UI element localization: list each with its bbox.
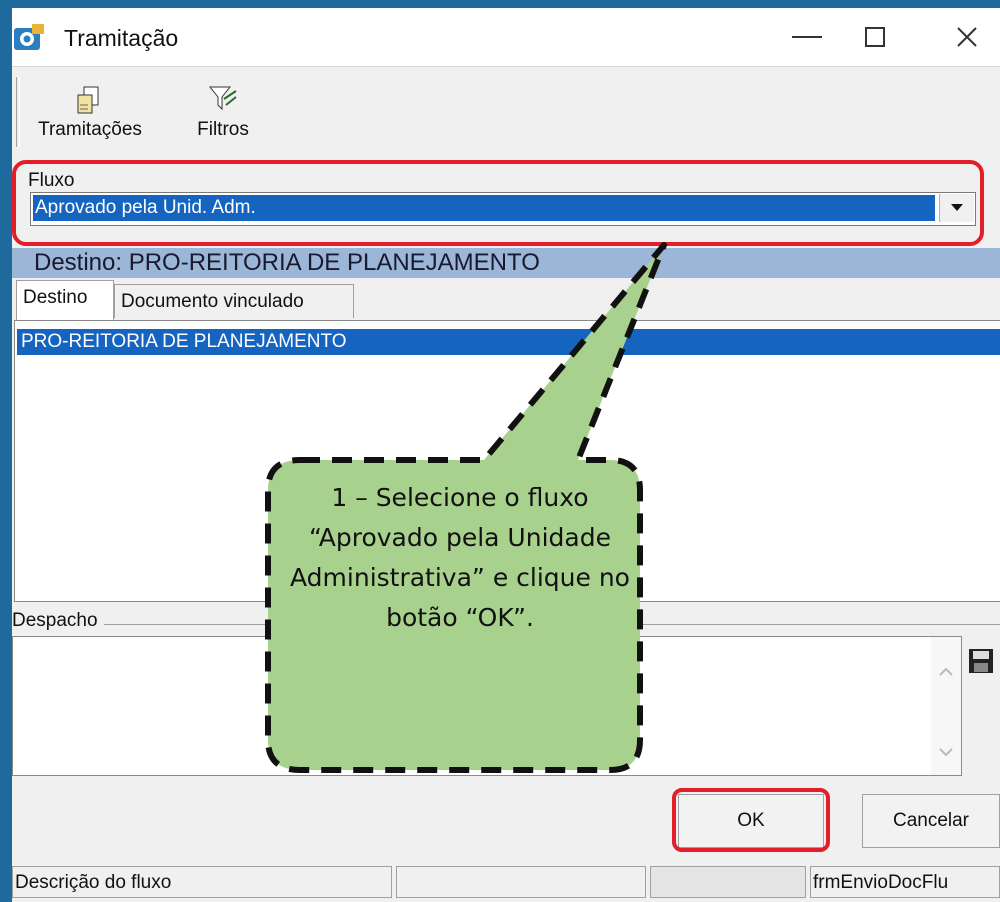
tab-documento-vinculado[interactable]: Documento vinculado	[114, 284, 354, 318]
status-pane-3	[650, 866, 806, 898]
floppy-disk-icon[interactable]	[968, 648, 994, 674]
tramitacao-window: Tramitação Tramitações Filtros Fluxo Apr…	[12, 8, 1000, 902]
status-bar: Descrição do fluxo frmEnvioDocFlu	[12, 864, 1000, 902]
status-pane-descricao: Descrição do fluxo	[12, 866, 392, 898]
despacho-textarea[interactable]	[12, 636, 962, 776]
destino-header-text: Destino: PRO-REITORIA DE PLANEJAMENTO	[34, 249, 540, 276]
destino-header-bar: Destino: PRO-REITORIA DE PLANEJAMENTO	[12, 248, 1000, 278]
cancelar-button[interactable]: Cancelar	[862, 794, 1000, 848]
despacho-scrollbar[interactable]	[931, 637, 961, 775]
filtros-label: Filtros	[197, 119, 249, 140]
tramitacao-app-icon	[14, 24, 44, 52]
tramitacoes-label: Tramitações	[38, 119, 142, 140]
minimize-icon	[792, 36, 822, 38]
window-title: Tramitação	[64, 25, 179, 51]
despacho-label: Despacho	[12, 610, 104, 632]
close-button[interactable]	[922, 8, 1000, 66]
toolbar-separator	[16, 77, 20, 147]
documents-transfer-icon	[77, 86, 99, 114]
tab-destino[interactable]: Destino	[16, 280, 114, 320]
filtros-button[interactable]: Filtros	[180, 77, 266, 149]
toolbar: Tramitações Filtros	[12, 66, 1000, 157]
maximize-icon	[865, 27, 885, 47]
title-bar: Tramitação	[12, 8, 1000, 66]
callout-text: 1 – Selecione o fluxo “Aprovado pela Uni…	[290, 483, 630, 632]
ok-highlight-box	[672, 788, 830, 852]
tab-strip: Destino Documento vinculado	[12, 280, 1000, 320]
status-pane-form: frmEnvioDocFlu	[810, 866, 1000, 898]
tramitacoes-button[interactable]: Tramitações	[26, 77, 154, 149]
maximize-button[interactable]	[830, 8, 920, 66]
close-icon	[957, 27, 977, 47]
fluxo-highlight-box	[12, 160, 984, 246]
list-item[interactable]: PRO-REITORIA DE PLANEJAMENTO	[17, 329, 1000, 355]
filter-icon	[208, 86, 237, 111]
scroll-arrows-icon	[939, 667, 953, 757]
status-pane-2	[396, 866, 646, 898]
